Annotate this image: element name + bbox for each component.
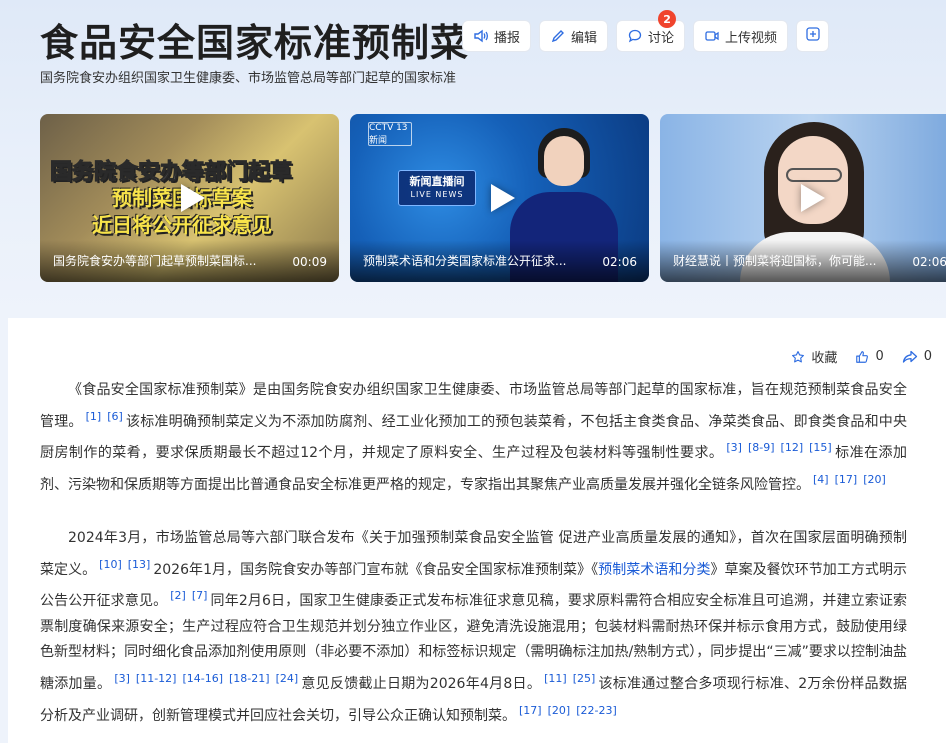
citation-ref[interactable]: [7] [192,589,208,602]
speaker-icon [473,28,489,44]
upload-video-label: 上传视频 [725,30,778,46]
citation-ref[interactable]: [20] [548,704,571,717]
citation-ref[interactable]: [17] [835,473,858,486]
paragraph-text: 该标准明确预制菜定义为不添加防腐剂、经工业化预加工的预包装菜肴，不包括主食类食品… [40,413,908,462]
share-arrow-icon [902,350,917,363]
lemma-header: 食品安全国家标准预制菜 播报 编辑 讨论 2 上传视频 国务院食安办组织国家卫生… [0,0,946,318]
citation-ref[interactable]: [18-21] [229,672,270,685]
video-duration: 02:06 [602,255,637,269]
standard-link[interactable]: 预制菜术语和分类 [598,562,710,578]
like-button[interactable]: 0 [855,349,884,364]
citation-ref[interactable]: [10] [99,558,122,571]
program-logo-en: LIVE NEWS [410,190,464,199]
citation-ref[interactable]: [20] [863,473,886,486]
like-count: 0 [875,349,884,364]
citation-ref[interactable]: [25] [573,672,596,685]
star-icon [792,350,805,362]
video-title: 国务院食安办等部门起草预制菜国标... [53,254,257,268]
citation-ref[interactable]: [1] [86,410,102,423]
video-overlay-text: 近日将公开征求意见 [92,213,272,237]
add-more-button[interactable] [796,20,830,52]
citation-ref[interactable]: [11] [544,672,567,685]
play-icon[interactable] [490,184,515,212]
video-camera-icon [704,28,720,44]
collect-button[interactable]: 收藏 [791,347,837,366]
meta-toolbar: 收藏 0 0 [773,347,932,366]
video-duration: 02:06 [912,255,946,269]
discuss-count-badge: 2 [658,10,677,28]
summary-paragraph: 2024年3月，市场监管总局等六部门联合发布《关于加强预制菜食品安全监管 促进产… [40,526,907,729]
citation-ref[interactable]: [3] [726,441,742,454]
citation-ref[interactable]: [24] [276,672,299,685]
discuss-label: 讨论 [648,30,675,46]
glasses-graphic [786,168,842,182]
summary-paragraph: 《食品安全国家标准预制菜》是由国务院食安办组织国家卫生健康委、市场监管总局等部门… [40,378,907,498]
channel-logo: CCTV 13 新闻 [368,122,412,146]
citation-ref[interactable]: [15] [809,441,832,454]
program-logo: 新闻直播间 LIVE NEWS [398,170,476,206]
play-audio-button[interactable]: 播报 [462,20,532,52]
share-count: 0 [923,349,932,364]
play-icon[interactable] [800,184,825,212]
discuss-button[interactable]: 讨论 2 [616,10,686,52]
play-icon[interactable] [180,184,205,212]
video-title: 预制菜术语和分类国家标准公开征求... [363,254,567,268]
video-card[interactable]: 财经慧说丨预制菜将迎国标，你可能... 02:06 [660,114,946,282]
edit-button[interactable]: 编辑 [539,20,609,52]
page-title: 食品安全国家标准预制菜 [40,21,470,65]
citation-ref[interactable]: [2] [170,589,186,602]
chat-bubble-icon [627,28,643,44]
citation-ref[interactable]: [11-12] [136,672,177,685]
thumbs-up-icon [856,350,869,363]
citation-ref[interactable]: [8-9] [748,441,775,454]
citation-ref[interactable]: [12] [781,441,804,454]
citation-ref[interactable]: [14-16] [182,672,223,685]
upload-video-button[interactable]: 上传视频 [693,20,789,52]
pencil-icon [550,28,566,44]
paragraph-text: 2026年1月，国务院食安办等部门宣布就《食品安全国家标准预制菜》《 [153,561,599,578]
collect-label: 收藏 [811,351,838,366]
paragraph-text: 意见反馈截止日期为2026年4月8日。 [301,675,542,692]
page-subtitle: 国务院食安办组织国家卫生健康委、市场监管总局等部门起草的国家标准 [40,71,457,86]
video-duration: 00:09 [292,255,327,269]
news-anchor-face [544,136,584,186]
citation-ref[interactable]: [6] [107,410,123,423]
citation-ref[interactable]: [17] [519,704,542,717]
citation-ref[interactable]: [22-23] [576,704,617,717]
share-button[interactable]: 0 [902,349,932,364]
video-title: 财经慧说丨预制菜将迎国标，你可能... [673,254,877,268]
video-card[interactable]: CCTV 13 新闻 新闻直播间 LIVE NEWS 预制菜术语和分类国家标准公… [350,114,649,282]
citation-ref[interactable]: [13] [128,558,151,571]
program-logo-cn: 新闻直播间 [409,175,465,188]
lemma-content: 收藏 0 0 《食品安全国家标准预制菜》是由国务院食安办组织国家卫生健康委、市场… [8,318,946,743]
edit-label: 编辑 [571,30,598,46]
citation-ref[interactable]: [4] [813,473,829,486]
citation-ref[interactable]: [3] [114,672,130,685]
plus-icon [805,26,821,46]
action-bar: 播报 编辑 讨论 2 上传视频 [462,10,830,52]
play-audio-label: 播报 [494,30,521,46]
video-card[interactable]: 国务院食安办等部门起草 预制菜国标草案 近日将公开征求意见 国务院食安办等部门起… [40,114,339,282]
